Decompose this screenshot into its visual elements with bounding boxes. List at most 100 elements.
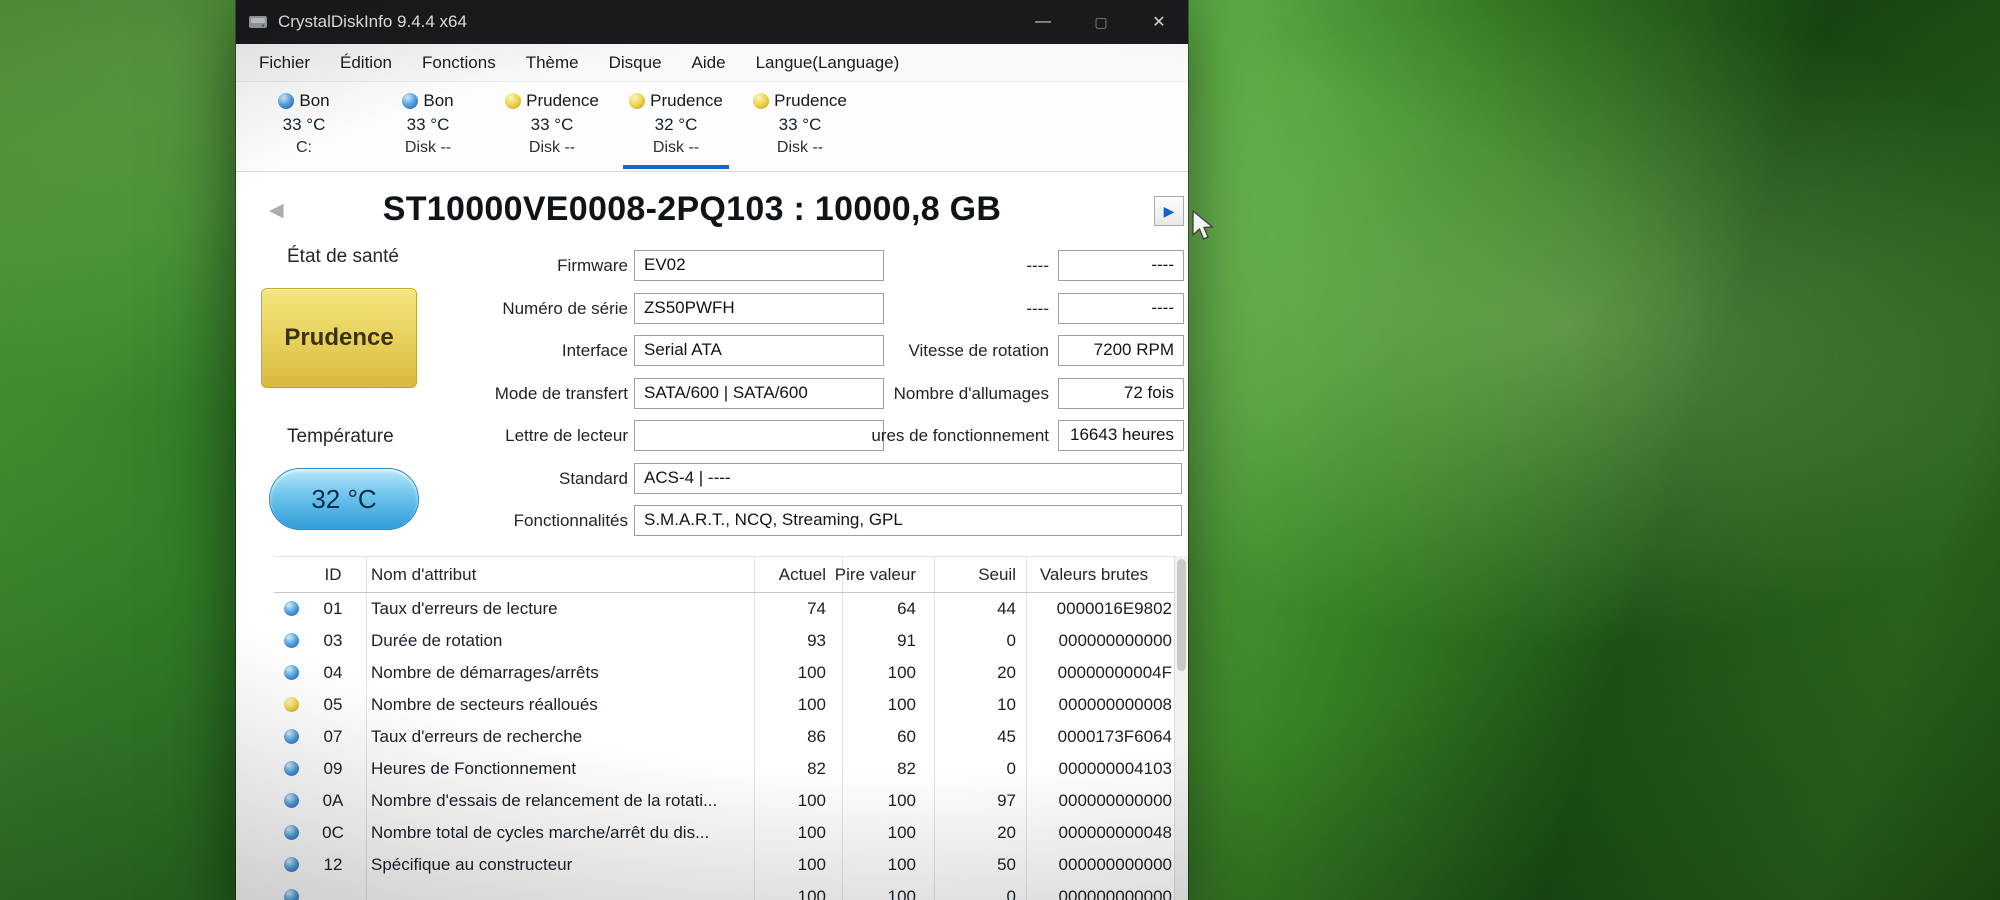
smart-attribute-row[interactable]: 12Spécifique au constructeur100100500000… [274,849,1174,881]
attribute-name: Taux d'erreurs de recherche [371,721,582,753]
menu-aide[interactable]: Aide [677,45,741,81]
attribute-current: 100 [736,817,826,849]
disk-temperature: 33 °C [242,115,366,135]
attribute-id: 01 [310,593,356,625]
info-field-label: Standard [356,468,628,489]
stat-field-value[interactable]: 7200 RPM [1058,335,1184,366]
attribute-current: 100 [736,881,826,900]
disk-entry-3[interactable]: Prudence33 °CDisk -- [490,82,614,171]
stat-field-value[interactable]: ---- [1058,293,1184,324]
smart-attribute-row[interactable]: 0A Nombre d'essais de relancement de la r… [274,785,1174,817]
disk-entry-2[interactable]: Bon33 °CDisk -- [366,82,490,171]
menu-fonctions[interactable]: Fonctions [407,45,511,81]
disk-status-text: Bon [299,91,329,111]
window-title: CrystalDiskInfo 9.4.4 x64 [278,12,467,32]
attribute-name: Heures de Fonctionnement [371,753,576,785]
disk-health-icon [402,93,418,109]
attribute-health-icon [284,633,299,648]
attribute-threshold: 44 [916,593,1016,625]
attribute-raw: 00000000004F [1016,657,1172,689]
maximize-button[interactable]: ▢ [1072,0,1130,44]
menubar: FichierÉditionFonctionsThèmeDisqueAideLa… [236,44,1188,82]
attribute-id: 0A [310,785,356,817]
attribute-health-icon [284,857,299,872]
attribute-raw: 000000000048 [1016,817,1172,849]
attribute-raw: 000000000000 [1016,785,1172,817]
attribute-id: 09 [310,753,356,785]
smart-attribute-row[interactable]: 05Nombre de secteurs réalloués1001001000… [274,689,1174,721]
scrollbar-thumb[interactable] [1177,559,1186,671]
menu-thme[interactable]: Thème [511,45,594,81]
attribute-health-icon [284,825,299,840]
info-field-value[interactable]: S.M.A.R.T., NCQ, Streaming, GPL [634,505,1182,536]
attribute-worst: 100 [826,849,916,881]
attribute-threshold: 10 [916,689,1016,721]
attribute-health-icon [284,889,299,900]
smart-attribute-row[interactable]: 09Heures de Fonctionnement82820000000004… [274,753,1174,785]
attribute-worst: 91 [826,625,916,657]
smart-attribute-row[interactable]: 01Taux d'erreurs de lecture7464440000016… [274,593,1174,625]
attribute-worst: 82 [826,753,916,785]
info-field-value[interactable]: ACS-4 | ---- [634,463,1182,494]
disk-status-text: Prudence [526,91,599,111]
menu-disque[interactable]: Disque [594,45,677,81]
next-disk-arrow-button[interactable]: ▶ [1154,196,1184,226]
attribute-current: 100 [736,657,826,689]
attribute-id: 07 [310,721,356,753]
attribute-worst: 100 [826,881,916,900]
disk-entry-4[interactable]: Prudence32 °CDisk -- [614,82,738,171]
smart-attribute-row[interactable]: 04Nombre de démarrages/arrêts10010020000… [274,657,1174,689]
attribute-threshold: 0 [916,753,1016,785]
attribute-threshold: 0 [916,625,1016,657]
disk-entry-1[interactable]: Bon33 °CC: [242,82,366,171]
menu-dition[interactable]: Édition [325,45,407,81]
disk-temperature: 33 °C [490,115,614,135]
attribute-current: 93 [736,625,826,657]
attribute-health-icon [284,697,299,712]
smart-attribute-row[interactable]: 07Taux d'erreurs de recherche86604500001… [274,721,1174,753]
header-id: ID [310,557,356,592]
selected-disk-underline [623,165,729,169]
titlebar[interactable]: CrystalDiskInfo 9.4.4 x64 — ▢ ✕ [236,0,1188,44]
attribute-threshold: 97 [916,785,1016,817]
menu-fichier[interactable]: Fichier [244,45,325,81]
attribute-threshold: 45 [916,721,1016,753]
attribute-threshold: 50 [916,849,1016,881]
info-field-label: Fonctionnalités [356,510,628,531]
header-current: Actuel [736,557,826,592]
attribute-current: 100 [736,849,826,881]
disk-temperature: 33 °C [366,115,490,135]
stat-field-label: Vitesse de rotation [794,340,1049,361]
smart-table-header: ID Nom d'attribut Actuel Pire valeur Seu… [274,557,1174,593]
attribute-current: 100 [736,785,826,817]
stat-field-value[interactable]: 16643 heures [1058,420,1184,451]
attribute-threshold: 20 [916,817,1016,849]
disk-label: Disk -- [366,139,490,157]
smart-attribute-row[interactable]: 1001000000000000000 [274,881,1174,900]
disk-temperature: 33 °C [738,115,862,135]
disk-model-title: ST10000VE0008-2PQ103 : 10000,8 GB [236,190,1148,229]
minimize-button[interactable]: — [1014,0,1072,44]
close-button[interactable]: ✕ [1130,0,1188,44]
attribute-raw: 0000173F6064 [1016,721,1172,753]
attribute-health-icon [284,761,299,776]
disk-entry-5[interactable]: Prudence33 °CDisk -- [738,82,862,171]
header-worst: Pire valeur [826,557,916,592]
desktop-wallpaper: CrystalDiskInfo 9.4.4 x64 — ▢ ✕ FichierÉ… [0,0,2000,900]
stat-field-label: ures de fonctionnement [794,425,1049,446]
attribute-worst: 100 [826,785,916,817]
attribute-name: Nombre d'essais de relancement de la rot… [371,785,717,817]
smart-attribute-row[interactable]: 0CNombre total de cycles marche/arrêt du… [274,817,1174,849]
disk-status-text: Prudence [650,91,723,111]
main-panel: ◀ ST10000VE0008-2PQ103 : 10000,8 GB ▶ Ét… [236,172,1188,900]
info-field-label: Firmware [356,255,628,276]
stat-field-value[interactable]: 72 fois [1058,378,1184,409]
smart-table-scrollbar[interactable] [1174,556,1188,900]
menu-languelanguage[interactable]: Langue(Language) [741,45,915,81]
stat-field-value[interactable]: ---- [1058,250,1184,281]
smart-attribute-row[interactable]: 03Durée de rotation93910000000000000 [274,625,1174,657]
attribute-name: Nombre de démarrages/arrêts [371,657,599,689]
attribute-threshold: 20 [916,657,1016,689]
window-controls: — ▢ ✕ [1014,0,1188,44]
attribute-name: Nombre total de cycles marche/arrêt du d… [371,817,709,849]
